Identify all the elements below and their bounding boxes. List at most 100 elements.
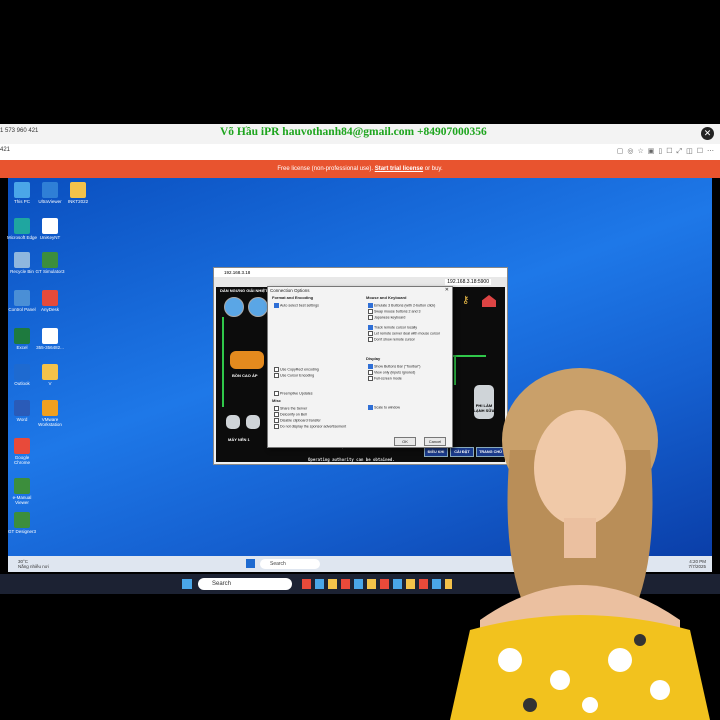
scada-label: BỒN CAO ÁP (232, 373, 258, 378)
desktop-icon[interactable]: Control Panel (7, 290, 37, 312)
desktop-icon-label: Microsoft Edge (7, 235, 38, 240)
app-icon (70, 182, 86, 198)
display-group-title: Display (366, 356, 381, 361)
app-icon (42, 328, 58, 344)
presenter-image (450, 368, 710, 720)
desktop-icon-label: UltraViewer (38, 199, 62, 204)
presenter-contact-title: Võ Hầu iPR hauvothanh84@gmail.com +84907… (220, 126, 487, 138)
checkbox-icon[interactable] (368, 309, 373, 314)
desktop-icon-label: Recycle Bin (10, 269, 34, 274)
desktop-icon[interactable]: Google Chrome (7, 438, 37, 465)
app-icon (42, 218, 58, 234)
desktop-icon-label: V (48, 381, 52, 386)
checkbox-icon[interactable] (274, 391, 279, 396)
desktop-icon[interactable]: INKT2022 (63, 182, 93, 204)
checkbox-icon[interactable] (368, 364, 373, 369)
browser-address-bar: 421 ▢◎☆▣▯☐⤢◫☐⋯ (0, 144, 720, 161)
connection-options-dialog: Connection Options ✕ Format and Encoding… (267, 286, 453, 448)
desktop-icon[interactable]: V (35, 364, 65, 386)
desktop-icon-label: Outlook (14, 381, 30, 386)
app-icon (42, 290, 58, 306)
toolbar-icons[interactable]: ▢◎☆▣▯☐⤢◫☐⋯ (617, 147, 718, 156)
home-icon (482, 295, 496, 307)
desktop-icon[interactable]: Excel (7, 328, 37, 350)
close-icon[interactable]: ✕ (445, 287, 449, 293)
fan-icon (224, 297, 244, 317)
app-icon (14, 438, 30, 454)
weather-widget[interactable]: 30°C Nắng nhiều nơi (18, 559, 49, 569)
desktop-icon[interactable]: Microsoft Edge (7, 218, 37, 240)
checkbox-icon[interactable] (368, 370, 373, 375)
desktop-icon-label: 355-356482... (36, 345, 64, 350)
app-icon (14, 218, 30, 234)
pinned-apps[interactable] (302, 579, 452, 589)
app-icon (42, 252, 58, 268)
desktop-icon[interactable]: UltraViewer (35, 182, 65, 204)
checkbox-icon[interactable] (368, 303, 373, 308)
remote-search-box[interactable]: Search (260, 559, 320, 569)
radio-icon[interactable] (368, 337, 373, 342)
remote-id-text: 1 573 960 421 (0, 128, 39, 134)
browser-title-bar: 1 573 960 421 Võ Hầu iPR hauvothanh84@gm… (0, 124, 720, 145)
app-icon (14, 252, 30, 268)
checkbox-icon[interactable] (274, 406, 279, 411)
desktop-icon[interactable]: GT Designer3 (7, 512, 37, 534)
desktop-icon[interactable]: Recycle Bin (7, 252, 37, 274)
vnc-ip-display: 192.168.3.18:5900 (445, 279, 491, 285)
start-trial-link[interactable]: Start trial license (375, 166, 423, 172)
address-text: 421 (0, 147, 11, 153)
desktop-icon-label: Excel (16, 345, 28, 350)
app-icon (14, 328, 30, 344)
desktop-icon[interactable]: AnyDesk (35, 290, 65, 312)
local-search-box[interactable]: Search (198, 578, 292, 590)
desktop-icon-label: INKT2022 (67, 199, 89, 204)
desktop-icon-label: UniKeyNT (39, 235, 61, 240)
compressor-icon (226, 415, 240, 429)
desktop-icon-label: e-Manual Viewer (12, 495, 32, 505)
key-icon: ⚷ (462, 295, 470, 306)
desktop-icon-label: Word (16, 417, 28, 422)
close-icon[interactable]: ✕ (701, 127, 714, 140)
checkbox-icon[interactable] (274, 303, 279, 308)
desktop-icon-label: GT Designer3 (8, 529, 36, 534)
app-icon (14, 182, 30, 198)
checkbox-icon[interactable] (274, 367, 279, 372)
desktop-icon-label: Google Chrome (13, 455, 30, 465)
desktop-icon[interactable]: GT Simulator3 (35, 252, 65, 274)
radio-icon[interactable] (368, 325, 373, 330)
license-banner: Free license (non-professional use). Sta… (0, 160, 720, 178)
ok-button[interactable]: OK (394, 437, 416, 446)
checkbox-icon[interactable] (274, 424, 279, 429)
dialog-title: Connection Options (270, 288, 310, 293)
checkbox-icon[interactable] (368, 405, 373, 410)
windows-start-icon[interactable] (246, 559, 255, 568)
pipe (222, 317, 224, 407)
scada-title: DÀN NGƯNG GIẢI NHIỆT (220, 288, 268, 293)
radio-icon[interactable] (368, 331, 373, 336)
vnc-title: 192.168.3.18 (214, 268, 507, 277)
checkbox-icon[interactable] (368, 315, 373, 320)
desktop-icon[interactable]: UniKeyNT (35, 218, 65, 240)
desktop-icon-label: Control Panel (8, 307, 36, 312)
authority-message: Operating authority can be obtained. (308, 457, 395, 462)
desktop-icon[interactable]: 355-356482... (35, 328, 65, 350)
app-icon (14, 400, 30, 416)
app-icon (42, 182, 58, 198)
desktop-icon-label: This PC (13, 199, 30, 204)
high-pressure-tank (230, 351, 264, 369)
app-icon (14, 512, 30, 528)
desktop-icon[interactable]: Word (7, 400, 37, 422)
desktop-icon[interactable]: Outlook (7, 364, 37, 386)
app-icon (14, 478, 30, 494)
compressor-icon (246, 415, 260, 429)
desktop-icon[interactable]: e-Manual Viewer (7, 478, 37, 505)
desktop-icon[interactable]: VMware Workstation (35, 400, 65, 427)
checkbox-icon[interactable] (368, 376, 373, 381)
checkbox-icon[interactable] (274, 418, 279, 423)
desktop-icon[interactable]: This PC (7, 182, 37, 204)
misc-group-title: Misc (272, 398, 281, 403)
app-icon (14, 290, 30, 306)
checkbox-icon[interactable] (274, 373, 279, 378)
checkbox-icon[interactable] (274, 412, 279, 417)
windows-start-icon[interactable] (182, 579, 192, 589)
